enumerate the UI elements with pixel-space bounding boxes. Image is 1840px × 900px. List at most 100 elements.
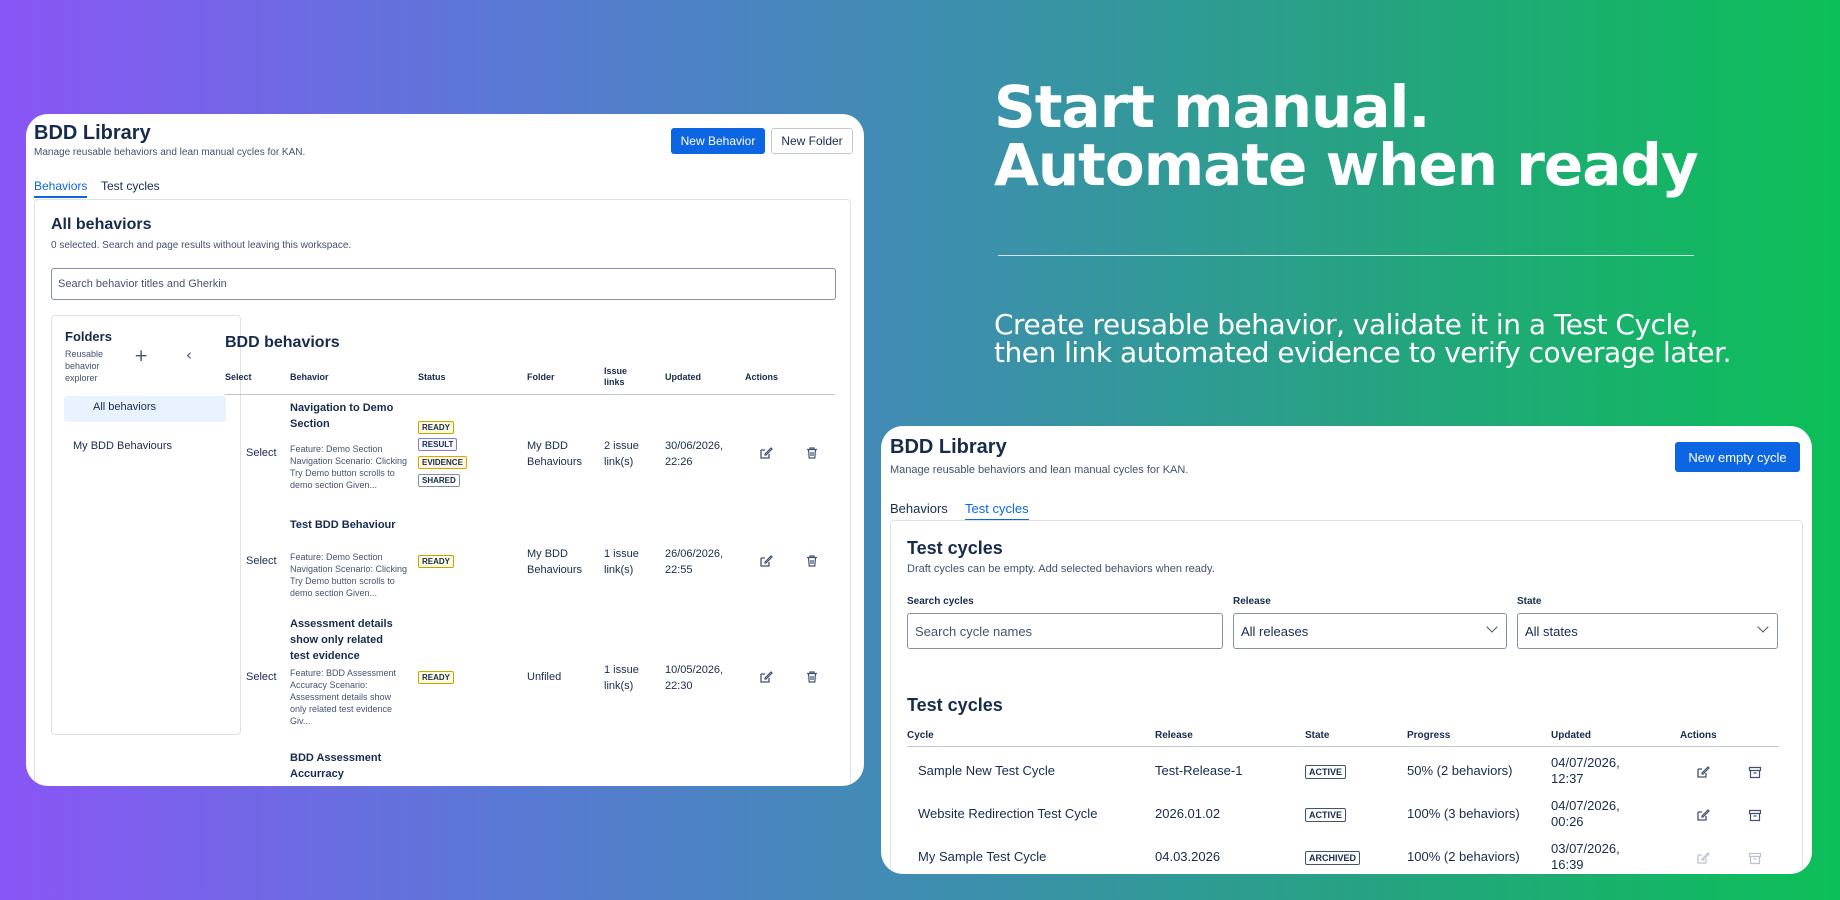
behavior-title[interactable]: BDD Assessment Accurracy (290, 750, 402, 782)
behavior-title[interactable]: Test BDD Behaviour (290, 517, 402, 533)
release-select-value: All releases (1241, 623, 1309, 639)
new-behavior-button[interactable]: New Behavior (671, 128, 765, 154)
chevron-down-icon (1486, 621, 1498, 633)
table-header-divider (907, 746, 1779, 747)
row-folder: My BDD Behaviours (527, 440, 583, 468)
col-updated: Updated (1551, 730, 1591, 741)
section-title: Test cycles (907, 538, 1003, 558)
row-issue-links[interactable]: 2 issue link(s) (604, 438, 652, 470)
behavior-description: Feature: BDD Assessment Accuracy Scenari… (290, 668, 397, 726)
row-issue-links[interactable]: 1 issue link(s) (604, 662, 652, 694)
hero-title: Start manual. Automate when ready (994, 73, 1699, 199)
col-updated: Updated (665, 372, 701, 382)
tab-behaviors[interactable]: Behaviors (34, 179, 88, 198)
cycle-release: 2026.01.02 (1155, 806, 1221, 821)
col-cycle: Cycle (907, 730, 934, 741)
status-badge: RESULT (418, 438, 458, 451)
col-actions: Actions (1680, 730, 1717, 741)
collapse-chevron-left-icon[interactable]: ‹ (186, 346, 192, 364)
col-state: State (1305, 730, 1330, 741)
tab-behaviors[interactable]: Behaviors (890, 501, 948, 516)
page-title: BDD Library (890, 436, 1007, 458)
edit-icon[interactable] (1696, 765, 1710, 779)
status-badge: READY (418, 555, 455, 568)
cycle-progress: 100% (2 behaviors) (1407, 849, 1520, 864)
behaviors-screenshot-card: BDD Library Manage reusable behaviors an… (26, 114, 864, 786)
status-badge: SHARED (418, 474, 460, 487)
status-badge: EVIDENCE (418, 456, 467, 469)
state-select[interactable]: All states (1517, 613, 1778, 649)
col-folder: Folder (527, 372, 555, 382)
state-badge: ACTIVE (1305, 808, 1347, 822)
behavior-title[interactable]: Assessment details show only related tes… (290, 616, 402, 664)
col-status: Status (418, 372, 446, 382)
hero-subtitle: Create reusable behavior, validate it in… (994, 308, 1732, 369)
add-folder-icon[interactable]: + (134, 346, 148, 366)
status-badge: READY (418, 671, 455, 684)
cycle-release: Test-Release-1 (1155, 763, 1243, 778)
cycle-name[interactable]: My Sample Test Cycle (918, 849, 1046, 865)
delete-icon[interactable] (805, 554, 819, 568)
table-header-divider (225, 394, 835, 395)
hero-title-line-1: Start manual. (994, 73, 1430, 141)
cycle-updated: 04/07/2026, 12:37 (1551, 755, 1620, 786)
archive-icon[interactable] (1748, 765, 1762, 779)
folders-title: Folders (65, 329, 112, 344)
archive-icon (1748, 852, 1762, 865)
row-folder: My BDD Behaviours (527, 548, 583, 576)
behavior-title[interactable]: Navigation to Demo Section (290, 400, 402, 432)
edit-icon[interactable] (759, 670, 773, 684)
folder-item-all-behaviors[interactable]: All behaviors (64, 396, 226, 422)
page-subtitle: Manage reusable behaviors and lean manua… (34, 147, 306, 158)
release-label: Release (1233, 596, 1271, 607)
cycle-search-input[interactable]: Search cycle names (907, 613, 1223, 649)
edit-icon[interactable] (759, 554, 773, 568)
delete-icon[interactable] (805, 670, 819, 684)
hero-title-line-2: Automate when ready (994, 131, 1699, 199)
row-select-link[interactable]: Select (246, 553, 277, 569)
behaviors-table-title: BDD behaviors (225, 334, 340, 351)
hero-divider (998, 255, 1694, 256)
state-label: State (1517, 596, 1542, 607)
cycle-release: 04.03.2026 (1155, 849, 1221, 864)
tab-test-cycles[interactable]: Test cycles (965, 501, 1029, 521)
row-issue-links[interactable]: 1 issue link(s) (604, 546, 652, 578)
hero-subtitle-line-2: then link automated evidence to verify c… (994, 336, 1732, 369)
col-actions: Actions (745, 372, 779, 382)
edit-icon (1697, 852, 1710, 864)
new-empty-cycle-button[interactable]: New empty cycle (1675, 442, 1800, 472)
row-folder: Unfiled (527, 671, 562, 683)
col-select: Select (225, 372, 252, 382)
cycle-progress: 100% (3 behaviors) (1407, 806, 1520, 821)
chevron-down-icon (1757, 621, 1769, 633)
cycles-table-title: Test cycles (907, 695, 1003, 715)
new-folder-button[interactable]: New Folder (771, 128, 853, 154)
row-updated: 26/06/2026, 22:55 (665, 548, 724, 576)
col-issue-links: Issue links (604, 366, 628, 387)
cycle-name[interactable]: Sample New Test Cycle (918, 763, 1055, 779)
tab-test-cycles[interactable]: Test cycles (101, 179, 160, 193)
row-select-link[interactable]: Select (246, 445, 277, 461)
release-select[interactable]: All releases (1233, 613, 1507, 649)
behaviors-panel: All behaviors 0 selected. Search and pag… (34, 199, 851, 786)
behavior-description: Feature: Demo Section Navigation Scenari… (290, 444, 408, 490)
behavior-search-input[interactable]: Search behavior titles and Gherkin (51, 268, 836, 300)
delete-icon[interactable] (805, 446, 819, 460)
section-note: 0 selected. Search and page results with… (51, 240, 352, 251)
cycle-updated: 03/07/2026, 16:39 (1551, 841, 1620, 872)
search-cycles-label: Search cycles (907, 596, 974, 607)
folders-subtitle: Reusable behavior explorer (65, 349, 104, 383)
cycle-name[interactable]: Website Redirection Test Cycle (918, 806, 1097, 822)
edit-icon[interactable] (759, 446, 773, 460)
row-select-link[interactable]: Select (246, 669, 277, 685)
edit-icon[interactable] (1696, 808, 1710, 822)
folders-sidebar: Folders Reusable behavior explorer + ‹ A… (51, 315, 241, 735)
section-note: Draft cycles can be empty. Add selected … (907, 563, 1215, 575)
test-cycles-screenshot-card: BDD Library Manage reusable behaviors an… (881, 426, 1812, 874)
col-progress: Progress (1407, 730, 1451, 741)
folder-item-my-bdd-behaviours[interactable]: My BDD Behaviours (73, 440, 172, 452)
state-badge: ACTIVE (1305, 765, 1347, 779)
hero-subtitle-line-1: Create reusable behavior, validate it in… (994, 308, 1698, 341)
archive-icon[interactable] (1748, 808, 1762, 822)
page-subtitle: Manage reusable behaviors and lean manua… (890, 464, 1189, 476)
